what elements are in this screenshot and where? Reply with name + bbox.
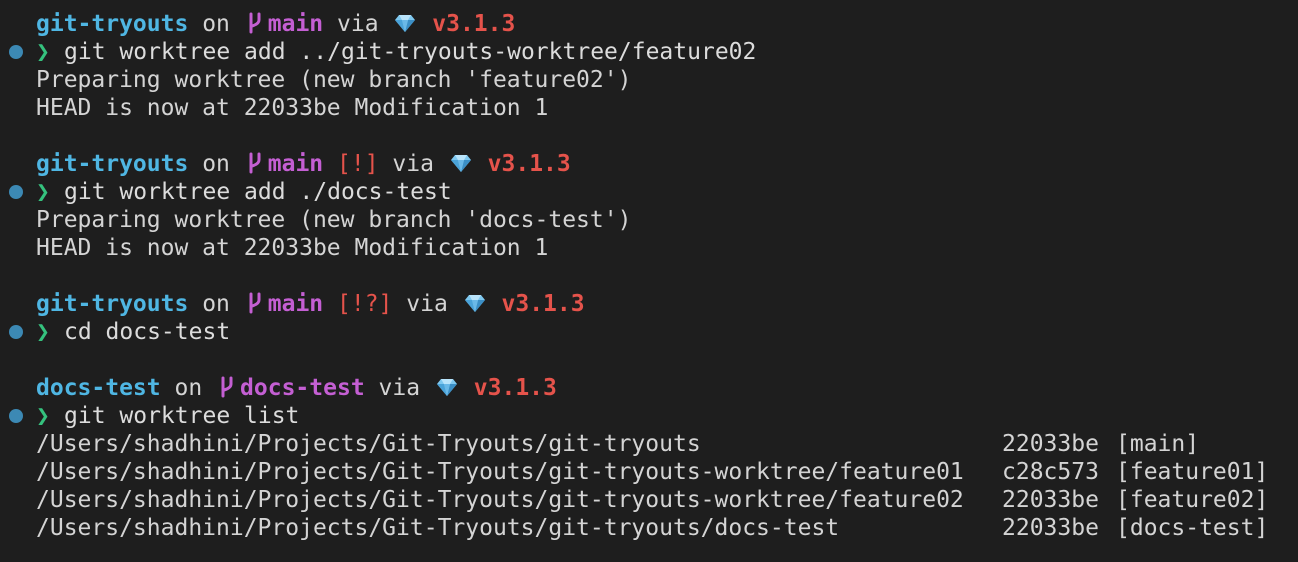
worktree-path: /Users/shadhini/Projects/Git-Tryouts/git…	[36, 459, 964, 485]
terminal-window[interactable]: git-tryouts on main via v3.1.3 ❯ git workt…	[0, 0, 1298, 562]
worktree-path: /Users/shadhini/Projects/Git-Tryouts/git…	[36, 487, 964, 513]
command-output-line: Preparing worktree (new branch 'feature0…	[36, 67, 632, 93]
prompt-on-text: on	[202, 151, 230, 177]
prompt-ruby-version: v3.1.3	[487, 151, 571, 177]
prompt-line: git-tryouts on main via v3.1.3	[36, 10, 515, 38]
prompt-arrow: ❯	[36, 39, 50, 65]
prompt-arrow: ❯	[36, 179, 50, 205]
prompt-arrow: ❯	[36, 403, 50, 429]
prompt-line: git-tryouts on main [!?] via v3.1.3	[36, 290, 585, 318]
prompt-line: docs-test on docs-test via v3.1.3	[36, 374, 557, 402]
command-text[interactable]: cd docs-test	[64, 318, 230, 346]
ruby-gem-icon	[395, 15, 416, 32]
command-text[interactable]: git worktree add ../git-tryouts-worktree…	[64, 38, 756, 66]
git-branch-icon	[249, 152, 261, 174]
prompt-via-text: via	[337, 11, 379, 37]
prompt-directory: docs-test	[36, 375, 161, 401]
command-status-dot-icon[interactable]	[9, 409, 23, 423]
prompt-via-text: via	[406, 291, 448, 317]
command-status-dot-icon[interactable]	[9, 185, 23, 199]
prompt-ruby-version: v3.1.3	[473, 375, 557, 401]
prompt-git-status: [!]	[337, 151, 379, 177]
prompt-via-text: via	[392, 151, 434, 177]
prompt-directory: git-tryouts	[36, 151, 189, 177]
prompt-on-text: on	[202, 291, 230, 317]
prompt-ruby-version: v3.1.3	[432, 11, 516, 37]
command-output-line: HEAD is now at 22033be Modification 1	[36, 235, 549, 261]
command-text[interactable]: git worktree list	[64, 402, 299, 430]
command-status-dot-icon[interactable]	[9, 45, 23, 59]
worktree-branch: [docs-test]	[1116, 515, 1269, 541]
git-branch-icon	[249, 292, 261, 314]
prompt-on-text: on	[174, 375, 203, 401]
prompt-directory: git-tryouts	[36, 11, 189, 37]
ruby-gem-icon	[436, 379, 457, 396]
git-branch-icon	[221, 376, 233, 398]
command-output-line: HEAD is now at 22033be Modification 1	[36, 95, 549, 121]
prompt-branch: main	[267, 151, 324, 177]
worktree-commit: 22033be	[1002, 515, 1099, 541]
prompt-ruby-version: v3.1.3	[501, 291, 585, 317]
prompt-branch: main	[267, 11, 324, 37]
prompt-branch: main	[267, 291, 324, 317]
command-output-line: Preparing worktree (new branch 'docs-tes…	[36, 207, 632, 233]
worktree-branch: [main]	[1116, 431, 1200, 457]
git-branch-icon	[249, 12, 261, 34]
prompt-directory: git-tryouts	[36, 291, 189, 317]
worktree-branch: [feature01]	[1116, 459, 1269, 485]
worktree-path: /Users/shadhini/Projects/Git-Tryouts/git…	[36, 431, 701, 457]
prompt-on-text: on	[202, 11, 230, 37]
ruby-gem-icon	[464, 295, 485, 312]
worktree-branch: [feature02]	[1116, 487, 1269, 513]
prompt-arrow: ❯	[36, 319, 50, 345]
worktree-path: /Users/shadhini/Projects/Git-Tryouts/git…	[36, 515, 840, 541]
prompt-via-text: via	[378, 375, 421, 401]
command-text[interactable]: git worktree add ./docs-test	[64, 178, 452, 206]
worktree-commit: 22033be	[1002, 487, 1099, 513]
prompt-git-status: [!?]	[337, 291, 393, 317]
prompt-line: git-tryouts on main [!] via v3.1.3	[36, 150, 571, 178]
worktree-commit: 22033be	[1002, 431, 1099, 457]
worktree-commit: c28c573	[1002, 459, 1099, 485]
prompt-branch: docs-test	[240, 375, 365, 401]
ruby-gem-icon	[450, 155, 471, 172]
command-status-dot-icon[interactable]	[9, 325, 23, 339]
